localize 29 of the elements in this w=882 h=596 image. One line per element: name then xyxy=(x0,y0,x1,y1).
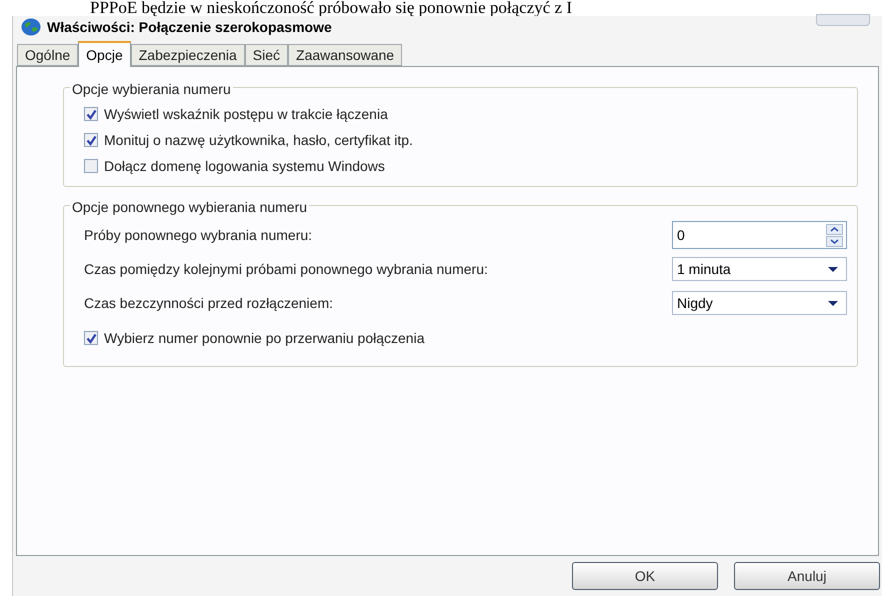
dropdown-arrow-icon[interactable] xyxy=(828,266,838,272)
field-label: Czas pomiędzy kolejnymi próbami ponownego wybrania numeru: xyxy=(84,262,489,276)
globe-icon xyxy=(21,18,41,36)
checkbox[interactable] xyxy=(84,331,98,345)
field-label: Próby ponownego wybrania numeru: xyxy=(84,228,314,242)
number-spinner[interactable]: 0 xyxy=(672,221,847,249)
tab[interactable]: Opcje xyxy=(78,41,131,67)
document-text: PPPoE będzie w nieskończoność próbowało się ponownie połączyć z I xyxy=(89,0,574,16)
tab[interactable]: Sieć xyxy=(244,44,288,66)
field-label: Czas bezczynności przed rozłączeniem: xyxy=(84,296,334,310)
checkbox[interactable] xyxy=(84,133,98,147)
dropdown[interactable]: 1 minuta xyxy=(672,257,847,281)
dropdown[interactable]: Nigdy xyxy=(672,291,847,315)
window-title: Właściwości: Połączenie szerokopasmowe xyxy=(47,18,332,37)
spinner-value: 0 xyxy=(677,226,686,244)
tab[interactable]: Zabezpieczenia xyxy=(130,44,245,66)
dropdown-arrow-icon[interactable] xyxy=(828,300,838,306)
dialog-button[interactable]: Anuluj xyxy=(734,562,880,590)
tab[interactable]: Zaawansowane xyxy=(288,44,402,66)
dropdown-value: Nigdy xyxy=(677,294,714,313)
checkbox-label: Monituj o nazwę użytkownika, hasło, certyfikat itp. xyxy=(104,130,413,150)
checkbox-label: Dołącz domenę logowania systemu Windows xyxy=(104,156,385,176)
checkbox-label: Wyświetl wskaźnik postępu w trakcie łączenia xyxy=(104,104,388,124)
dialog-button[interactable]: OK xyxy=(572,562,718,590)
checkbox-label: Wybierz numer ponownie po przerwaniu połączenia xyxy=(104,328,424,348)
checkbox[interactable] xyxy=(84,159,98,173)
checkbox[interactable] xyxy=(84,107,98,121)
dropdown-value: 1 minuta xyxy=(677,260,732,278)
tab[interactable]: Ogólne xyxy=(17,44,78,66)
